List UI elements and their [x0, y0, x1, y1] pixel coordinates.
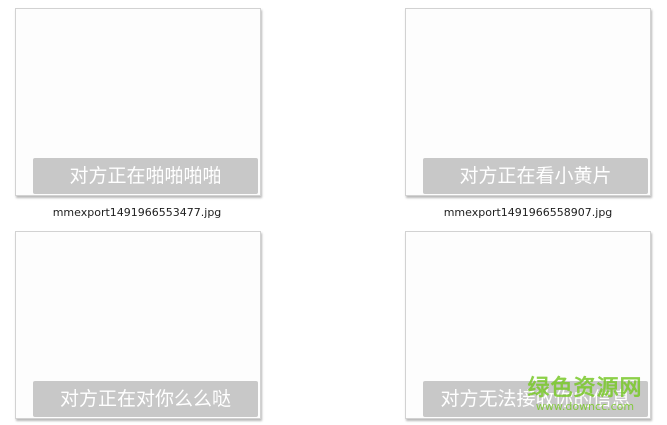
thumbnail-caption: 对方无法接收你的信息	[423, 381, 648, 417]
image-thumbnail-3[interactable]: 对方正在对你么么哒	[15, 231, 261, 419]
thumbnail-caption: 对方正在对你么么哒	[33, 381, 258, 417]
thumbnail-caption: 对方正在啪啪啪啪	[33, 158, 258, 194]
image-thumbnail-1[interactable]: 对方正在啪啪啪啪	[15, 8, 261, 196]
thumbnail-caption: 对方正在看小黄片	[423, 158, 648, 194]
file-name-label[interactable]: mmexport1491966553477.jpg	[12, 206, 262, 219]
file-grid-view: 对方正在啪啪啪啪 mmexport1491966553477.jpg 对方正在看…	[0, 0, 667, 425]
file-name-label[interactable]: mmexport1491966558907.jpg	[403, 206, 653, 219]
image-thumbnail-4[interactable]: 对方无法接收你的信息	[405, 231, 651, 419]
image-thumbnail-2[interactable]: 对方正在看小黄片	[405, 8, 651, 196]
